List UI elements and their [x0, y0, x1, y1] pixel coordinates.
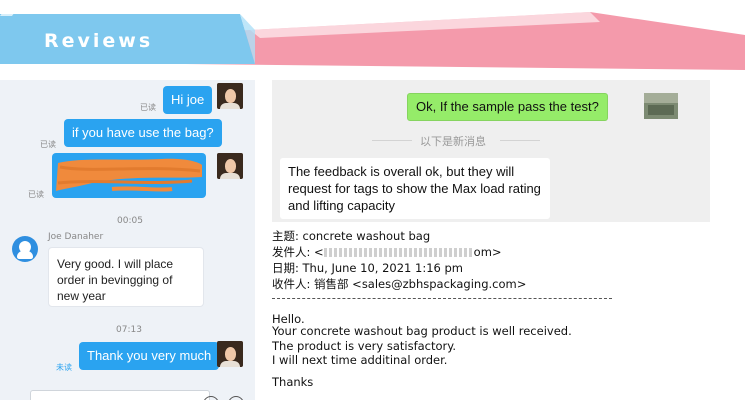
- chat-bubble-incoming: The feedback is overall ok, but they wil…: [280, 158, 550, 219]
- email-to: 收件人: 销售部 <sales@zbhspackaging.com>: [272, 277, 527, 291]
- chat-bubble-incoming: Very good. I will place order in bevingg…: [48, 247, 204, 307]
- reviews-banner: Reviews: [0, 0, 750, 80]
- chat-bubble-outgoing: Thank you very much: [79, 342, 220, 370]
- chat-bubble-outgoing: Ok, If the sample pass the test?: [407, 93, 608, 121]
- chat-bubble-outgoing: Hi joe: [163, 86, 213, 114]
- banner-title: Reviews: [44, 30, 154, 52]
- contact-avatar: [12, 236, 38, 262]
- email-subject: 主题: concrete washout bag: [272, 229, 431, 243]
- email-body-line: Your concrete washout bag product is wel…: [272, 324, 572, 338]
- redaction-scribble: [56, 158, 202, 192]
- redacted-bubble: [52, 153, 206, 198]
- emoji-icon[interactable]: [203, 396, 219, 400]
- unread-status: 未读: [56, 363, 72, 372]
- chat-window-left: 已读 Hi joe 已读 if you have use the bag? 已读…: [0, 80, 255, 400]
- read-status: 已读: [28, 190, 44, 199]
- user-avatar: [217, 83, 243, 109]
- email-separator: [272, 298, 612, 299]
- user-avatar: [217, 341, 243, 367]
- email-closing: Thanks: [272, 375, 314, 389]
- read-status: 已读: [140, 103, 156, 112]
- timestamp: 07:13: [116, 325, 142, 335]
- wechat-chat-panel: Ok, If the sample pass the test? 以下是新消息 …: [272, 80, 710, 222]
- sender-name: Joe Danaher: [48, 232, 104, 242]
- email-from: 发件人: < om>: [272, 244, 502, 260]
- user-avatar: [217, 153, 243, 179]
- plus-icon[interactable]: [228, 396, 244, 400]
- divider-line: [372, 140, 412, 141]
- email-date: 日期: Thu, June 10, 2021 1:16 pm: [272, 261, 463, 275]
- chat-bubble-outgoing: if you have use the bag?: [64, 119, 222, 147]
- email-body-line: I will next time additinal order.: [272, 353, 448, 367]
- email-from-suffix: om>: [473, 245, 502, 259]
- new-messages-divider: 以下是新消息: [420, 135, 486, 148]
- divider-line: [500, 140, 540, 141]
- email-body-line: The product is very satisfactory.: [272, 339, 457, 353]
- email-from-prefix: 发件人: <: [272, 245, 324, 259]
- read-status: 已读: [40, 140, 56, 149]
- redacted-email: [323, 248, 474, 257]
- timestamp: 00:05: [117, 216, 143, 226]
- user-avatar: [644, 93, 678, 119]
- message-input[interactable]: [30, 390, 210, 400]
